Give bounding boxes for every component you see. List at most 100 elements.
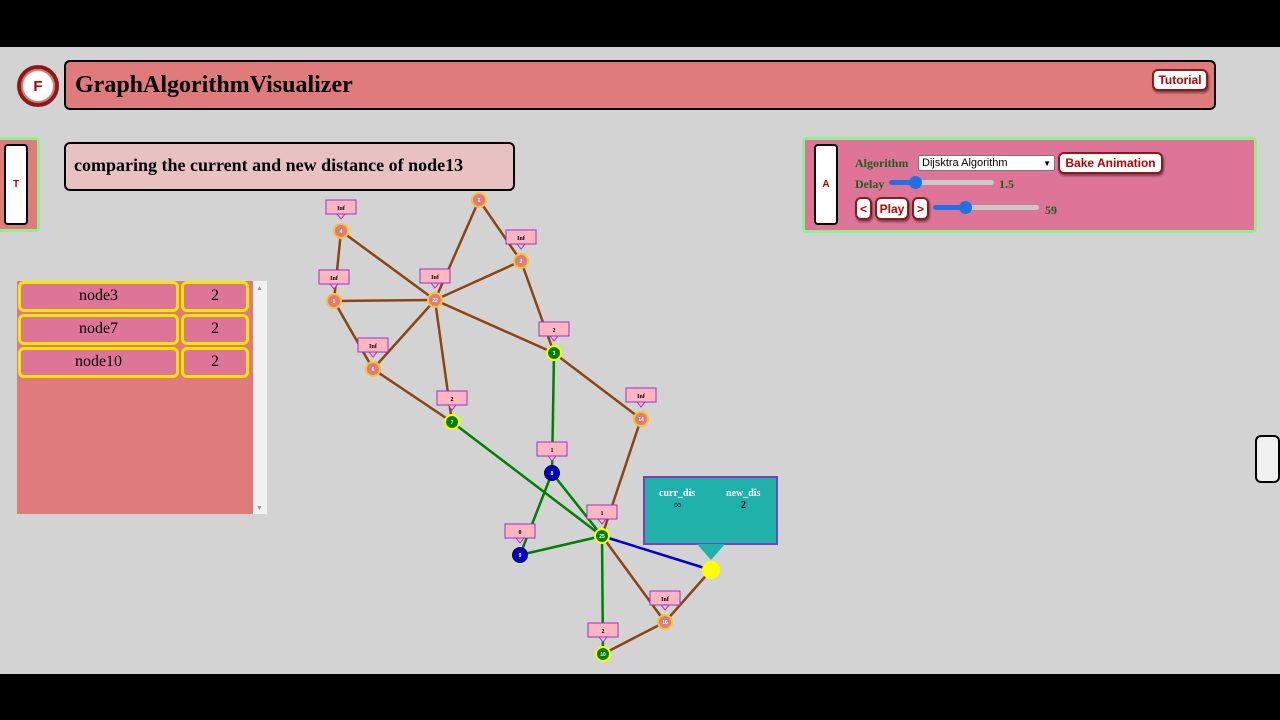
- left-panel: T: [0, 137, 40, 232]
- graph-node[interactable]: 2 10: [587, 622, 619, 662]
- new-dis-label: new_dis: [726, 488, 761, 499]
- node-distance-label: 2: [553, 328, 556, 334]
- graph-node-circle[interactable]: [702, 561, 720, 579]
- graph-edge: [332, 230, 343, 302]
- distance-label-pointer: [367, 351, 379, 358]
- node-distance-label: 1: [601, 511, 604, 517]
- node-id-label: 22: [432, 298, 438, 304]
- distance-label-pointer: [429, 282, 441, 289]
- node-id-label: 3: [553, 351, 556, 357]
- distance-label-pointer: [548, 335, 560, 342]
- node-distance-label: Inf: [330, 276, 339, 282]
- node-distance-label: Inf: [517, 236, 526, 242]
- node-distance-label: Inf: [369, 344, 378, 350]
- distance-label-pointer: [596, 518, 608, 525]
- node-id-label: 10: [600, 652, 606, 658]
- queue-node-name[interactable]: node10: [18, 347, 179, 378]
- graph-edge: [433, 199, 481, 301]
- prev-step-button[interactable]: <: [855, 197, 872, 220]
- logo-button[interactable]: F: [17, 65, 59, 107]
- node-id-label: 25: [599, 534, 605, 540]
- distance-tooltip: curr_dis ∞ new_dis 2: [643, 476, 778, 545]
- controls-panel-tab[interactable]: A: [814, 144, 838, 225]
- curr-dis-value: ∞: [674, 500, 682, 511]
- queue-node-value[interactable]: 2: [181, 347, 249, 378]
- graph-nodes: Inf1Inf223Inf4Inf5Inf6271809210Inf14Inf1…: [318, 168, 720, 662]
- graph-edge: [553, 352, 642, 420]
- algorithm-selected-value: Dijsktra Algorithm: [922, 157, 1008, 169]
- tooltip-pointer: [697, 544, 725, 560]
- node-distance-label: Inf: [637, 394, 646, 400]
- graph-edge: [434, 298, 555, 355]
- node-distance-label: Inf: [431, 275, 440, 281]
- graph-node[interactable]: Inf 5: [318, 269, 350, 309]
- distance-label-pointer: [328, 283, 340, 290]
- step-slider[interactable]: [933, 201, 1039, 214]
- node-id-label: 8: [551, 471, 554, 477]
- tutorial-button[interactable]: Tutorial: [1152, 69, 1208, 91]
- curr-dis-label: curr_dis: [659, 488, 696, 499]
- node-id-label: 5: [333, 299, 336, 305]
- graph-node[interactable]: Inf 14: [625, 387, 657, 427]
- delay-slider-thumb[interactable]: [909, 176, 923, 189]
- queue-node-name[interactable]: node3: [18, 281, 179, 312]
- node-id-label: 2: [520, 259, 523, 265]
- next-step-button[interactable]: >: [912, 197, 929, 220]
- node-distance-label: 2: [602, 629, 605, 635]
- graph-node[interactable]: Inf 4: [325, 199, 357, 239]
- graph-edge: [332, 300, 375, 370]
- queue-node-name[interactable]: node7: [18, 314, 179, 345]
- node-id-label: 7: [451, 420, 454, 426]
- distance-label-pointer: [514, 537, 526, 544]
- graph-edge: [600, 535, 667, 623]
- graph-node[interactable]: [702, 561, 720, 579]
- queue-node-value[interactable]: 2: [181, 281, 249, 312]
- bake-animation-button[interactable]: Bake Animation: [1058, 152, 1163, 174]
- graph-node[interactable]: 09: [504, 523, 536, 563]
- node-id-label: 6: [372, 367, 375, 373]
- priority-queue-panel: node3 2 node7 2 node10 2: [17, 281, 253, 514]
- graph-edge: [340, 229, 436, 302]
- step-slider-thumb[interactable]: [958, 201, 972, 214]
- chevron-down-icon: ▼: [1043, 158, 1051, 168]
- node-id-label: 9: [519, 553, 522, 559]
- node-distance-label: 2: [451, 397, 454, 403]
- queue-scrollbar[interactable]: ▲ ▼: [253, 281, 267, 514]
- scroll-up-icon[interactable]: ▲: [256, 284, 263, 292]
- graph-node[interactable]: 18: [536, 441, 568, 481]
- graph-edge: [372, 299, 436, 370]
- status-text: comparing the current and new distance o…: [74, 155, 464, 175]
- node-distance-label: Inf: [337, 206, 346, 212]
- distance-label-pointer: [597, 636, 609, 643]
- right-panel-handle[interactable]: [1255, 435, 1280, 483]
- delay-value: 1.5: [999, 177, 1014, 191]
- algorithm-select[interactable]: Dijsktra Algorithm ▼: [918, 155, 1055, 171]
- graph-edge: [333, 298, 436, 303]
- scroll-down-icon[interactable]: ▼: [256, 504, 263, 512]
- play-button[interactable]: Play: [875, 197, 909, 220]
- graph-node[interactable]: 23: [538, 321, 570, 361]
- algorithm-label: Algorithm: [855, 156, 909, 170]
- step-value: 59: [1045, 203, 1057, 217]
- node-id-label: 1: [478, 198, 481, 204]
- node-distance-label: 1: [551, 448, 554, 454]
- graph-node[interactable]: 27: [436, 390, 468, 430]
- graph-edge: [519, 534, 603, 557]
- graph-edge: [451, 421, 603, 537]
- distance-label-pointer: [335, 213, 347, 220]
- delay-label: Delay: [855, 177, 885, 191]
- node-distance-label: 0: [519, 530, 522, 536]
- node-id-label: 14: [638, 417, 644, 423]
- left-panel-tab[interactable]: T: [4, 144, 28, 225]
- distance-label-pointer: [659, 604, 671, 611]
- app-header: GraphAlgorithmVisualizer Tutorial: [64, 60, 1216, 110]
- node-id-label: 16: [662, 620, 668, 626]
- new-dis-value: 2: [741, 500, 746, 511]
- delay-slider[interactable]: [889, 176, 994, 189]
- app-stage: Inf1Inf223Inf4Inf5Inf6271809210Inf14Inf1…: [0, 47, 1280, 674]
- controls-panel: A Algorithm Dijsktra Algorithm ▼ Bake An…: [802, 137, 1257, 233]
- queue-node-value[interactable]: 2: [181, 314, 249, 345]
- node-id-label: 4: [340, 229, 343, 235]
- graph-node[interactable]: Inf 2: [505, 229, 537, 269]
- distance-label-pointer: [546, 455, 558, 462]
